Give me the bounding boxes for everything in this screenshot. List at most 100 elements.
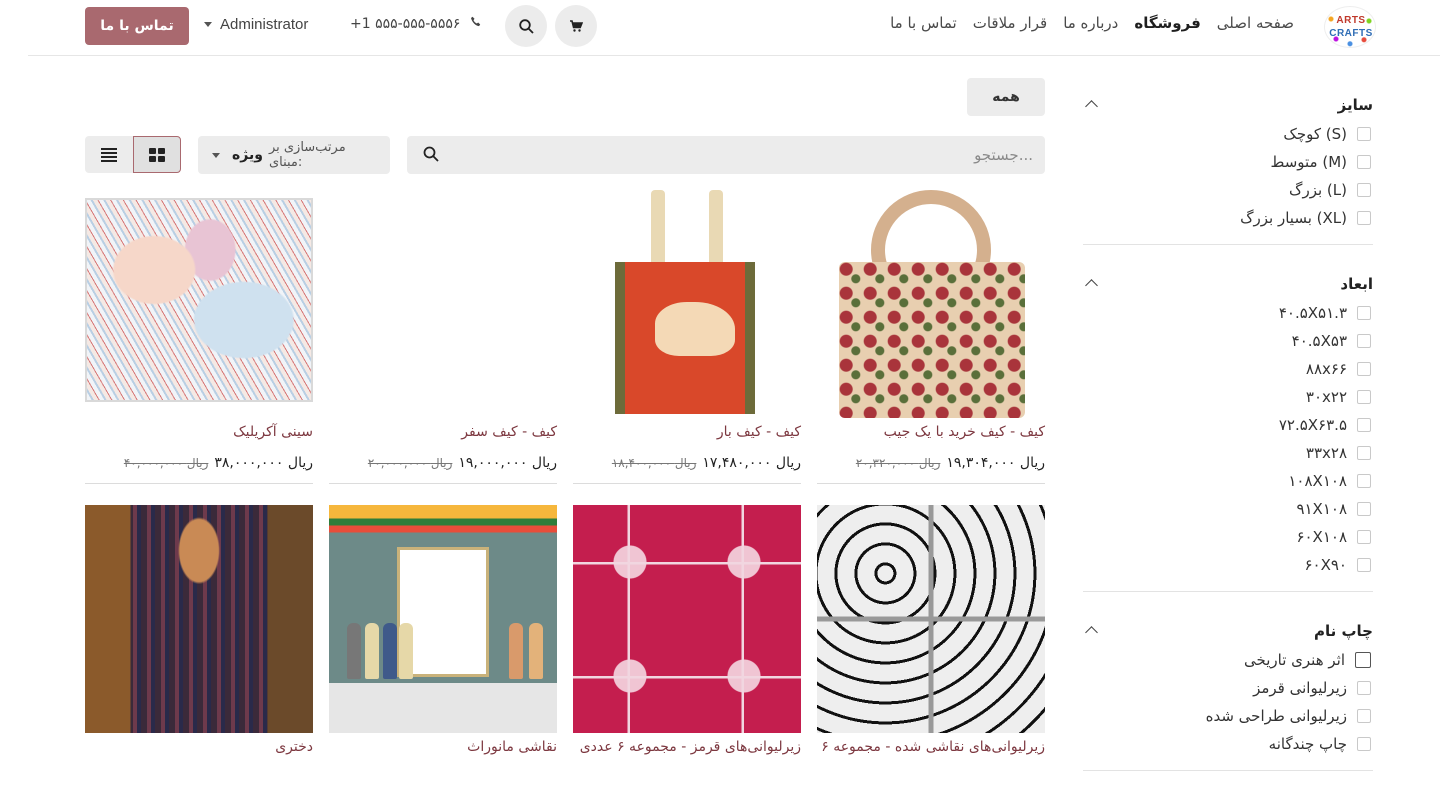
filter-title: ابعاد xyxy=(1340,275,1373,293)
product-image[interactable] xyxy=(329,190,557,418)
product-old-price: ۲۰,۰۰۰,۰۰۰ ریال xyxy=(367,456,453,470)
chevron-up-icon xyxy=(1085,100,1098,113)
checkbox[interactable] xyxy=(1357,334,1371,348)
contact-us-button[interactable]: تماس با ما xyxy=(85,7,189,45)
filter-header-size[interactable]: سایز xyxy=(1083,80,1373,120)
product-image[interactable] xyxy=(329,505,557,733)
nav-item-about[interactable]: درباره ما xyxy=(1063,14,1118,32)
checkbox[interactable] xyxy=(1355,652,1371,668)
chevron-up-icon xyxy=(1085,279,1098,292)
filter-option[interactable]: ۳۳x۲۸ xyxy=(1083,439,1373,467)
filter-option[interactable]: ۹۱X۱۰۸ xyxy=(1083,495,1373,523)
search-placeholder: جستجو... xyxy=(974,146,1033,164)
filter-option[interactable]: بزرگ (L) xyxy=(1083,176,1373,204)
product-price: ۳۸,۰۰۰,۰۰۰ ریال xyxy=(214,455,313,471)
product-name[interactable]: کیف - کیف بار xyxy=(717,424,801,440)
filter-sidebar: سایز کوچک (S) متوسط (M) بزرگ (L) بسیار ب… xyxy=(1083,80,1373,785)
top-navbar: ARTS CRAFTS صفحه اصلی فروشگاه درباره ما … xyxy=(28,0,1440,56)
product-name[interactable]: زیرلیوانی‌های قرمز - مجموعه ۶ عددی xyxy=(580,739,801,755)
filter-option[interactable]: ۴۰.۵X۵۳ xyxy=(1083,327,1373,355)
filter-option[interactable]: ۴۰.۵X۵۱.۳ xyxy=(1083,299,1373,327)
cart-button[interactable] xyxy=(555,5,597,47)
filter-option[interactable]: متوسط (M) xyxy=(1083,148,1373,176)
product-search-input[interactable]: جستجو... xyxy=(407,136,1045,174)
checkbox[interactable] xyxy=(1357,681,1371,695)
phone-number[interactable]: +1 ۵۵۵-۵۵۵-۵۵۵۶ xyxy=(350,16,482,32)
product-price: ۱۹,۳۰۴,۰۰۰ ریال xyxy=(946,455,1045,471)
product-image[interactable] xyxy=(85,190,313,418)
user-name: Administrator xyxy=(220,16,309,33)
product-old-price: ۲۰,۳۲۰,۰۰۰ ریال xyxy=(855,456,941,470)
checkbox[interactable] xyxy=(1357,530,1371,544)
product-image[interactable] xyxy=(817,505,1045,733)
checkbox[interactable] xyxy=(1357,558,1371,572)
nav-item-home[interactable]: صفحه اصلی xyxy=(1217,14,1294,32)
header-search-button[interactable] xyxy=(505,5,547,47)
product-old-price: ۴۰,۰۰۰,۰۰۰ ریال xyxy=(123,456,209,470)
phone-text: +1 ۵۵۵-۵۵۵-۵۵۵۶ xyxy=(350,16,461,32)
checkbox[interactable] xyxy=(1357,127,1371,141)
list-view-button[interactable] xyxy=(85,136,133,173)
product-image[interactable] xyxy=(85,505,313,733)
list-icon xyxy=(101,147,117,162)
grid-icon xyxy=(149,147,165,162)
product-name[interactable]: سینی آکریلیک xyxy=(233,424,313,440)
checkbox[interactable] xyxy=(1357,502,1371,516)
checkbox[interactable] xyxy=(1357,211,1371,225)
checkbox[interactable] xyxy=(1357,306,1371,320)
filter-option[interactable]: ۸۸x۶۶ xyxy=(1083,355,1373,383)
filter-option[interactable]: ۶۰X۹۰ xyxy=(1083,551,1373,579)
product-image[interactable] xyxy=(573,505,801,733)
product-name[interactable]: کیف - کیف سفر xyxy=(461,424,557,440)
view-toggle xyxy=(85,136,181,174)
product-name[interactable]: دختری xyxy=(275,739,313,755)
filter-header-dimensions[interactable]: ابعاد xyxy=(1083,259,1373,299)
search-icon[interactable] xyxy=(423,146,439,166)
product-image[interactable] xyxy=(573,190,801,418)
checkbox[interactable] xyxy=(1357,709,1371,723)
checkbox[interactable] xyxy=(1357,418,1371,432)
chevron-down-icon xyxy=(212,152,220,158)
product-name[interactable]: زیرلیوانی‌های نقاشی شده - مجموعه ۶ xyxy=(821,739,1045,755)
checkbox[interactable] xyxy=(1357,446,1371,460)
user-menu[interactable]: Administrator xyxy=(204,16,308,33)
nav-item-contact[interactable]: تماس با ما xyxy=(890,14,957,32)
filter-group-size: سایز کوچک (S) متوسط (M) بزرگ (L) بسیار ب… xyxy=(1083,80,1373,245)
search-icon xyxy=(518,18,534,34)
product-old-price: ۱۸,۴۰۰,۰۰۰ ریال xyxy=(611,456,697,470)
product-image[interactable] xyxy=(817,190,1045,418)
price-row: ۱۹,۰۰۰,۰۰۰ ریال ۲۰,۰۰۰,۰۰۰ ریال xyxy=(368,455,557,471)
filter-option[interactable]: اثر هنری تاریخی xyxy=(1083,646,1373,674)
category-all-button[interactable]: همه xyxy=(967,78,1045,116)
product-name[interactable]: نقاشی مانوراث xyxy=(467,739,557,755)
checkbox[interactable] xyxy=(1357,390,1371,404)
filter-option[interactable]: بسیار بزرگ (XL) xyxy=(1083,204,1373,232)
filter-header-print-name[interactable]: چاپ نام xyxy=(1083,606,1373,646)
filter-option[interactable]: ۱۰۸X۱۰۸ xyxy=(1083,467,1373,495)
checkbox[interactable] xyxy=(1357,737,1371,751)
product-price: ۱۷,۴۸۰,۰۰۰ ریال xyxy=(702,455,801,471)
brand-logo[interactable]: ARTS CRAFTS xyxy=(1324,6,1376,48)
nav-item-appointment[interactable]: قرار ملاقات xyxy=(973,14,1047,32)
price-row: ۱۹,۳۰۴,۰۰۰ ریال ۲۰,۳۲۰,۰۰۰ ریال xyxy=(856,455,1045,471)
grid-view-button[interactable] xyxy=(133,136,181,173)
product-name[interactable]: کیف - کیف خرید با یک جیب xyxy=(884,424,1045,440)
filter-option[interactable]: زیرلیوانی قرمز xyxy=(1083,674,1373,702)
checkbox[interactable] xyxy=(1357,474,1371,488)
filter-option[interactable]: ۷۲.۵X۶۳.۵ xyxy=(1083,411,1373,439)
checkbox[interactable] xyxy=(1357,155,1371,169)
filter-option[interactable]: ۶۰X۱۰۸ xyxy=(1083,523,1373,551)
filter-option[interactable]: چاپ چندگانه xyxy=(1083,730,1373,758)
filter-option[interactable]: ۳۰x۲۲ xyxy=(1083,383,1373,411)
main-menu: صفحه اصلی فروشگاه درباره ما قرار ملاقات … xyxy=(890,14,1294,32)
sort-dropdown[interactable]: مرتب‌سازی بر مبنای: ویژه xyxy=(198,136,390,174)
checkbox[interactable] xyxy=(1357,362,1371,376)
product-price: ۱۹,۰۰۰,۰۰۰ ریال xyxy=(458,455,557,471)
price-row: ۱۷,۴۸۰,۰۰۰ ریال ۱۸,۴۰۰,۰۰۰ ریال xyxy=(612,455,801,471)
filter-option[interactable]: کوچک (S) xyxy=(1083,120,1373,148)
filter-option[interactable]: زیرلیوانی طراحی شده xyxy=(1083,702,1373,730)
chevron-down-icon xyxy=(204,22,212,27)
cart-icon xyxy=(570,20,583,32)
nav-item-shop[interactable]: فروشگاه xyxy=(1134,14,1200,32)
checkbox[interactable] xyxy=(1357,183,1371,197)
